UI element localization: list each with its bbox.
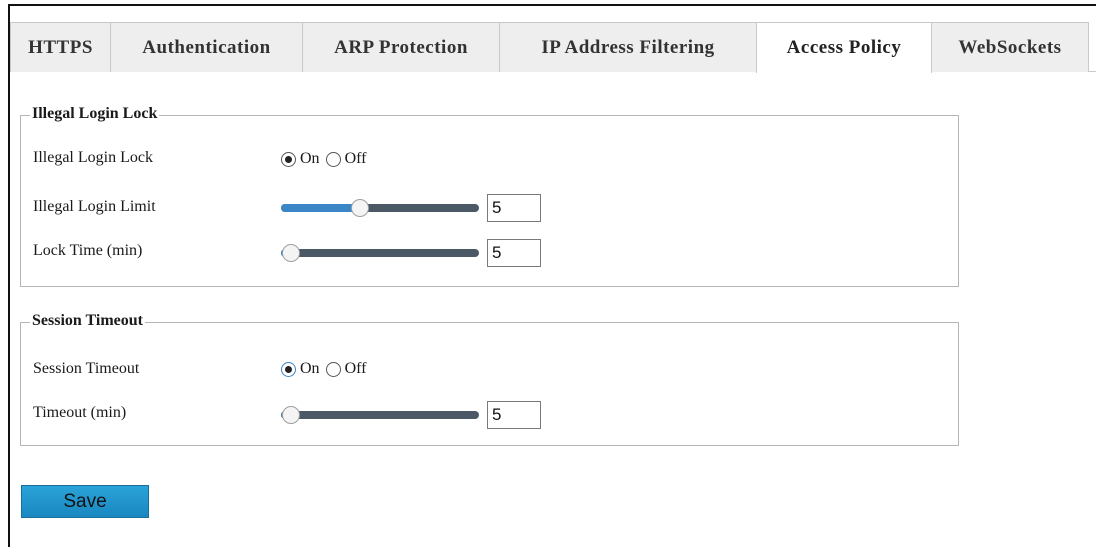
session-timeout-on-label: On [300,360,320,377]
session-timeout-off-radio[interactable] [325,361,341,377]
timeout-min-label: Timeout (min) [33,404,127,421]
illegal-login-limit-label: Illegal Login Limit [33,198,156,215]
slider-thumb[interactable] [282,406,300,424]
tab-bar: HTTPS Authentication ARP Protection IP A… [10,22,1096,73]
illegal-login-lock-group: Illegal Login Lock Illegal Login Lock On… [20,105,959,287]
illegal-login-lock-legend: Illegal Login Lock [30,105,160,123]
session-timeout-legend: Session Timeout [30,312,145,330]
illegal-login-lock-on-label: On [300,150,320,167]
slider-fill [281,204,360,212]
timeout-min-input[interactable] [487,401,541,429]
tab-websockets[interactable]: WebSockets [931,22,1089,72]
slider-track [281,249,479,257]
save-button[interactable]: Save [21,485,149,518]
lock-time-slider[interactable] [281,243,479,263]
illegal-login-lock-off-label: Off [344,150,367,167]
tab-access-policy[interactable]: Access Policy [756,22,932,73]
illegal-login-limit-slider[interactable] [281,198,479,218]
illegal-login-lock-label: Illegal Login Lock [33,149,153,166]
slider-thumb[interactable] [282,244,300,262]
lock-time-input[interactable] [487,239,541,267]
tab-authentication[interactable]: Authentication [110,22,303,72]
session-timeout-on-radio[interactable] [281,361,296,377]
slider-thumb[interactable] [351,199,369,217]
timeout-min-slider[interactable] [281,405,479,425]
lock-time-label: Lock Time (min) [33,242,143,259]
tab-arp-protection[interactable]: ARP Protection [302,22,500,72]
session-timeout-label: Session Timeout [33,360,140,377]
illegal-login-limit-input[interactable] [487,194,541,222]
tab-ip-address-filtering[interactable]: IP Address Filtering [499,22,757,72]
illegal-login-lock-on-radio[interactable] [281,151,296,167]
session-timeout-radio-group: On Off [281,360,372,378]
illegal-login-lock-off-radio[interactable] [325,151,341,167]
session-timeout-off-label: Off [344,360,367,377]
illegal-login-lock-radio-group: On Off [281,150,372,168]
tab-https[interactable]: HTTPS [10,22,111,72]
session-timeout-group: Session Timeout Session Timeout On Off T… [20,312,959,446]
slider-track [281,411,479,419]
